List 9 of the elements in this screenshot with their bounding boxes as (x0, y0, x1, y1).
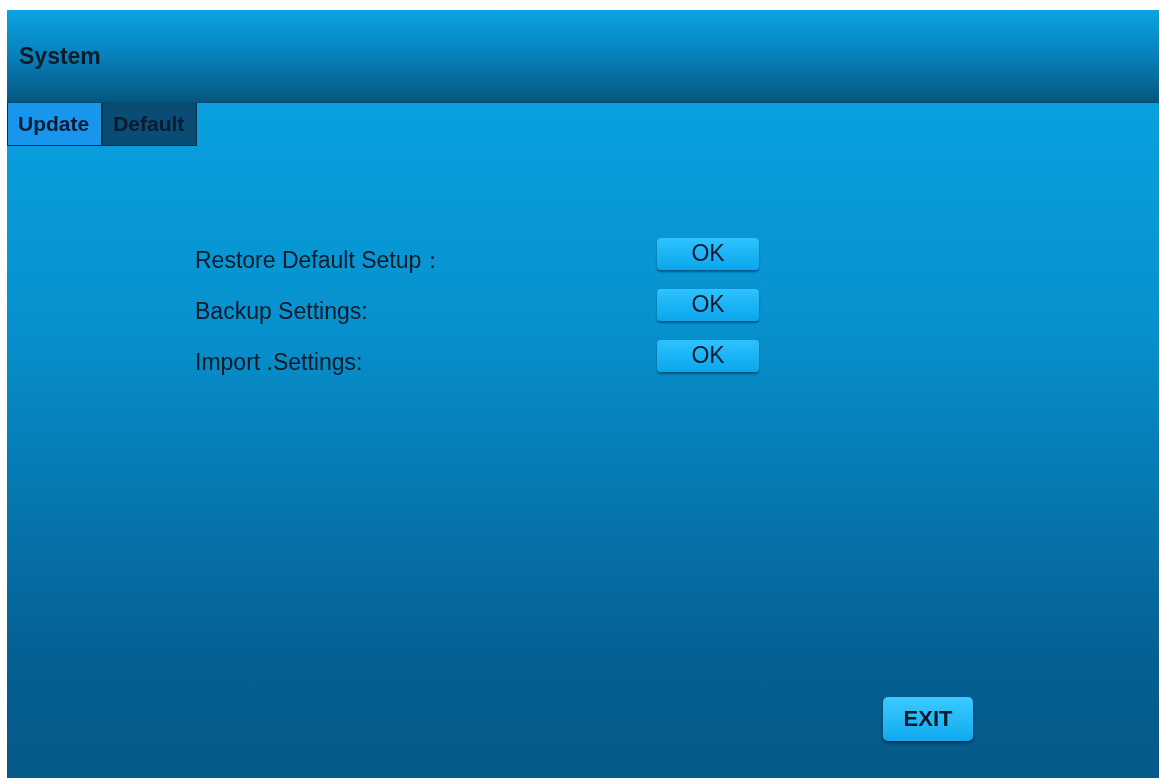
window-title: System (19, 42, 101, 70)
exit-button[interactable]: EXIT (883, 697, 973, 741)
setting-label: Restore Default Setup： (195, 246, 446, 275)
ok-button[interactable]: OK (657, 339, 759, 372)
tab[interactable]: Update (7, 103, 103, 146)
ok-button[interactable]: OK (657, 237, 759, 270)
ok-button[interactable]: OK (657, 288, 759, 321)
setting-label: Import .Settings: (195, 348, 364, 376)
setting-label: Backup Settings: (195, 297, 369, 325)
